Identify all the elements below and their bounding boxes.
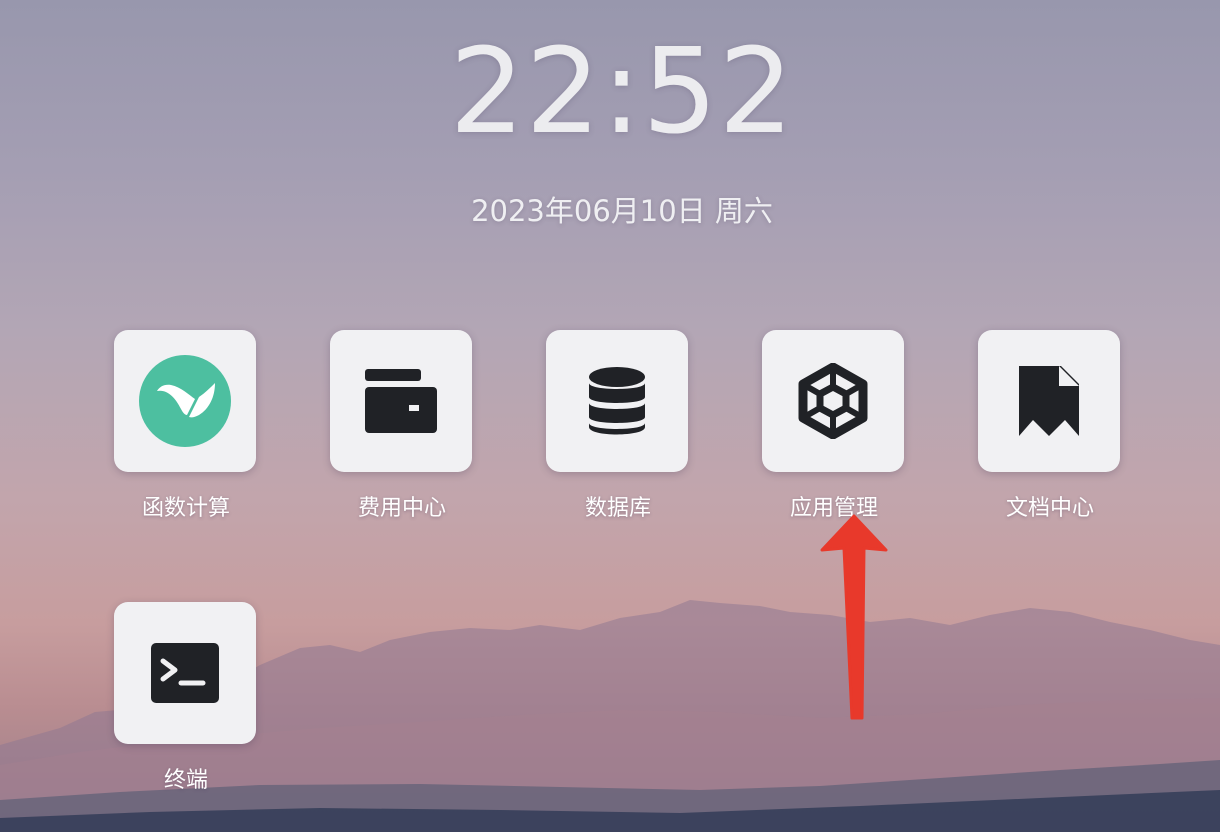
app-tile[interactable] [546,330,688,472]
app-tile[interactable] [114,602,256,744]
terminal-icon [151,643,219,703]
app-function-compute[interactable]: 函数计算 [78,330,258,530]
function-compute-icon [139,355,231,447]
app-document-center[interactable]: 文档中心 [942,330,1122,530]
app-label: 终端 [163,768,208,793]
bookmark-document-icon [1019,366,1079,436]
app-tile[interactable] [330,330,472,472]
clock-time: 22:52 [449,22,795,160]
hexagon-app-icon [798,363,868,439]
app-application-management[interactable]: 应用管理 [726,330,906,530]
app-label: 费用中心 [357,496,446,521]
app-label: 数据库 [584,496,651,521]
app-database[interactable]: 数据库 [510,330,690,530]
app-terminal[interactable]: 终端 [78,602,258,802]
app-tile[interactable] [114,330,256,472]
app-label: 函数计算 [141,496,230,521]
app-label: 应用管理 [789,496,878,521]
database-icon [589,367,645,435]
app-label: 文档中心 [1005,496,1094,521]
app-billing-center[interactable]: 费用中心 [294,330,474,530]
app-tile[interactable] [978,330,1120,472]
wallet-icon [365,369,437,433]
date-text: 2023年06月10日 周六 [471,194,773,228]
desktop: 22:52 2023年06月10日 周六 函数计算 费用中心 数据库 应用管理 … [0,0,1220,832]
app-tile[interactable] [762,330,904,472]
